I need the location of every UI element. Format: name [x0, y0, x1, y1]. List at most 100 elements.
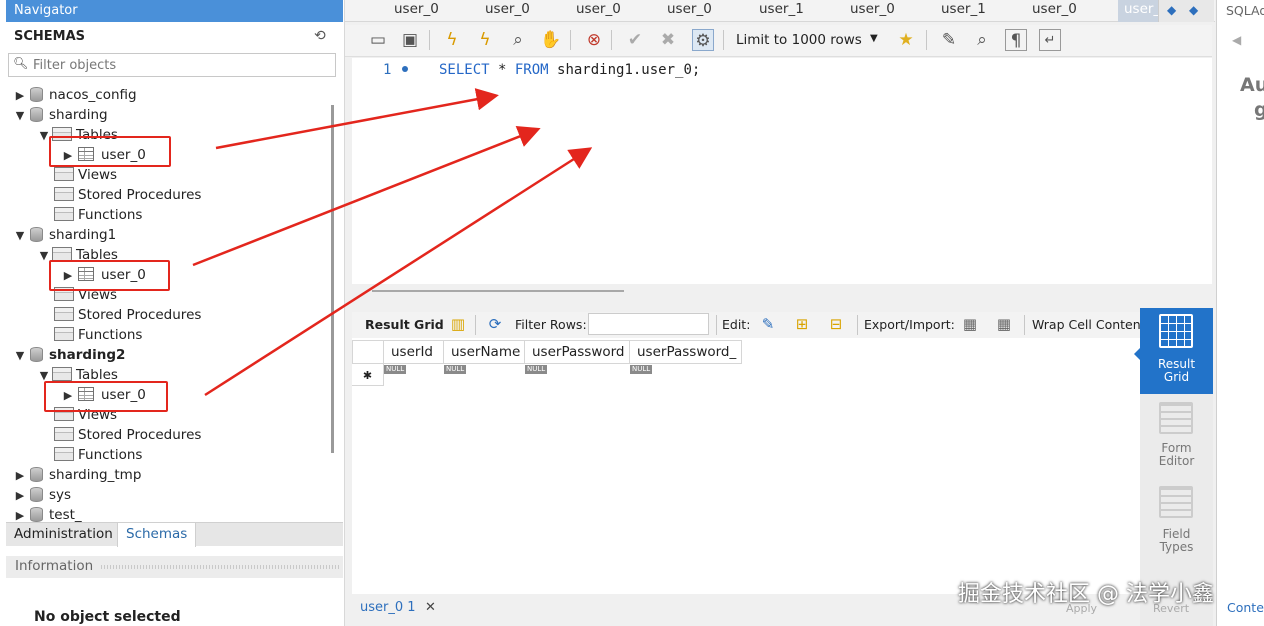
navigator-tabs: Administration Schemas [6, 522, 343, 547]
sharding-procedures-folder[interactable]: Stored Procedures [52, 185, 201, 205]
column-header[interactable]: userId [384, 340, 444, 364]
folder-icon [54, 447, 74, 461]
open-file-icon[interactable]: ▭ [367, 29, 389, 51]
expand-arrow-icon[interactable]: ▶ [14, 466, 26, 486]
splitter-handle[interactable] [372, 290, 624, 292]
editor-tab[interactable]: user_0 [576, 0, 621, 22]
editor-tab[interactable]: user_1 [941, 0, 986, 22]
sharding-functions-folder[interactable]: Functions [52, 205, 142, 225]
field-types-icon[interactable] [1159, 486, 1193, 518]
column-header[interactable]: userPassword_ [630, 340, 742, 364]
expand-arrow-icon[interactable]: ▶ [14, 486, 26, 506]
editor-tab[interactable]: user_0 [850, 0, 895, 22]
toolbar-separator [857, 315, 858, 335]
limit-rows-select[interactable]: Limit to 1000 rows [736, 32, 862, 48]
filter-rows-input[interactable] [588, 313, 709, 335]
context-help-text: Au [1240, 74, 1264, 96]
sharding2-functions-folder[interactable]: Functions [52, 445, 142, 465]
chevron-down-icon[interactable]: ▼ [870, 33, 878, 44]
schema-nacos-config[interactable]: ▶ nacos_config [14, 85, 137, 105]
folder-icon [54, 207, 74, 221]
schema-label: sharding1 [49, 227, 117, 243]
null-cell[interactable]: NULL [630, 365, 653, 374]
rollback-icon[interactable]: ✖ [657, 29, 679, 51]
import-icon[interactable]: ▦ [994, 314, 1014, 334]
result-grid-area[interactable] [352, 338, 1140, 594]
navigator-scrollbar[interactable] [331, 105, 334, 453]
collapse-arrow-icon[interactable]: ▼ [14, 226, 26, 246]
panel-splitter[interactable] [352, 284, 1212, 308]
editor-tab[interactable]: user_0 [394, 0, 439, 22]
highlight-box [44, 381, 168, 412]
result-grid-label[interactable]: Result Grid [365, 317, 444, 332]
schema-label: test_ [49, 507, 82, 523]
sharding2-procedures-folder[interactable]: Stored Procedures [52, 425, 201, 445]
form-editor-button-label[interactable]: Form Editor [1140, 442, 1213, 468]
schema-sharding1[interactable]: ▼ sharding1 [14, 225, 116, 245]
grid-layout-icon[interactable]: ▥ [448, 314, 468, 334]
beautify-brush-icon[interactable]: ✎ [938, 29, 960, 51]
navigator-title: Navigator [6, 0, 343, 22]
null-cell[interactable]: NULL [525, 365, 548, 374]
form-editor-icon[interactable] [1159, 402, 1193, 434]
schema-sharding[interactable]: ▼ sharding [14, 105, 108, 125]
wrap-cell-content-label: Wrap Cell Content: [1032, 317, 1150, 332]
schema-sys[interactable]: ▶ sys [14, 485, 71, 505]
tab-schemas[interactable]: Schemas [117, 523, 197, 547]
invisible-chars-icon[interactable]: ¶ [1005, 29, 1027, 51]
new-row-marker[interactable]: ✱ [352, 364, 384, 386]
commit-icon[interactable]: ✔ [624, 29, 646, 51]
editor-tab[interactable]: user_0 [485, 0, 530, 22]
null-cell[interactable]: NULL [384, 365, 407, 374]
stop-icon[interactable]: ✋ [540, 29, 562, 51]
folder-icon [52, 247, 72, 261]
sharding-views-folder[interactable]: Views [52, 165, 117, 185]
refresh-icon[interactable]: ⟲ [314, 28, 326, 44]
filter-objects-input[interactable] [33, 56, 329, 74]
column-header[interactable]: userPassword [525, 340, 630, 364]
edit-row-icon[interactable]: ✎ [758, 314, 778, 334]
sql-editor[interactable] [352, 58, 1212, 284]
sharding1-functions-folder[interactable]: Functions [52, 325, 142, 345]
wrap-lines-icon[interactable]: ↵ [1039, 29, 1061, 51]
explain-icon[interactable]: ⌕ [507, 29, 529, 51]
editor-tab[interactable]: user_0 [1032, 0, 1077, 22]
expand-arrow-icon[interactable]: ▶ [14, 86, 26, 106]
add-row-icon[interactable]: ⊞ [792, 314, 812, 334]
tab-administration[interactable]: Administration [6, 523, 121, 547]
filter-rows-label: Filter Rows: [515, 317, 587, 332]
schema-sharding2[interactable]: ▼ sharding2 [14, 345, 125, 365]
tab-scroll-right-icon[interactable]: ◆ [1189, 3, 1198, 17]
stop-on-error-icon[interactable]: ⊗ [583, 29, 605, 51]
folder-label: Stored Procedures [78, 427, 202, 443]
side-label-line: Types [1159, 540, 1194, 554]
schema-sharding-tmp[interactable]: ▶ sharding_tmp [14, 465, 141, 485]
execute-icon[interactable]: ϟ [441, 29, 463, 51]
line-number: 1 [383, 62, 392, 78]
sharding1-procedures-folder[interactable]: Stored Procedures [52, 305, 201, 325]
collapse-arrow-icon[interactable]: ▼ [14, 346, 26, 366]
close-icon[interactable]: ✕ [425, 600, 436, 615]
tab-scroll-arrows: ◆ ◆ [1158, 0, 1214, 22]
context-help-tab[interactable]: Conte [1227, 600, 1264, 615]
export-import-label: Export/Import: [864, 317, 955, 332]
result-tab[interactable]: user_0 1 [360, 600, 416, 615]
column-header[interactable]: userName [444, 340, 525, 364]
editor-tab[interactable]: user_1 [759, 0, 804, 22]
find-icon[interactable]: ⌕ [971, 29, 993, 51]
back-arrow-icon[interactable]: ◀ [1232, 33, 1241, 47]
tab-scroll-left-icon[interactable]: ◆ [1167, 3, 1176, 17]
save-icon[interactable]: ▣ [399, 29, 421, 51]
execute-current-icon[interactable]: ϟ [474, 29, 496, 51]
export-icon[interactable]: ▦ [960, 314, 980, 334]
bookmark-star-icon[interactable]: ★ [895, 29, 917, 51]
sql-additions-title[interactable]: SQLAd [1226, 3, 1264, 18]
collapse-arrow-icon[interactable]: ▼ [14, 106, 26, 126]
editor-tab[interactable]: user_0 [667, 0, 712, 22]
delete-row-icon[interactable]: ⊟ [826, 314, 846, 334]
sql-statement[interactable]: SELECT * FROM sharding1.user_0; [439, 62, 700, 78]
null-cell[interactable]: NULL [444, 365, 467, 374]
refresh-icon[interactable]: ⟳ [485, 314, 505, 334]
field-types-button-label[interactable]: Field Types [1140, 528, 1213, 554]
autocommit-icon[interactable]: ⚙ [692, 29, 714, 51]
